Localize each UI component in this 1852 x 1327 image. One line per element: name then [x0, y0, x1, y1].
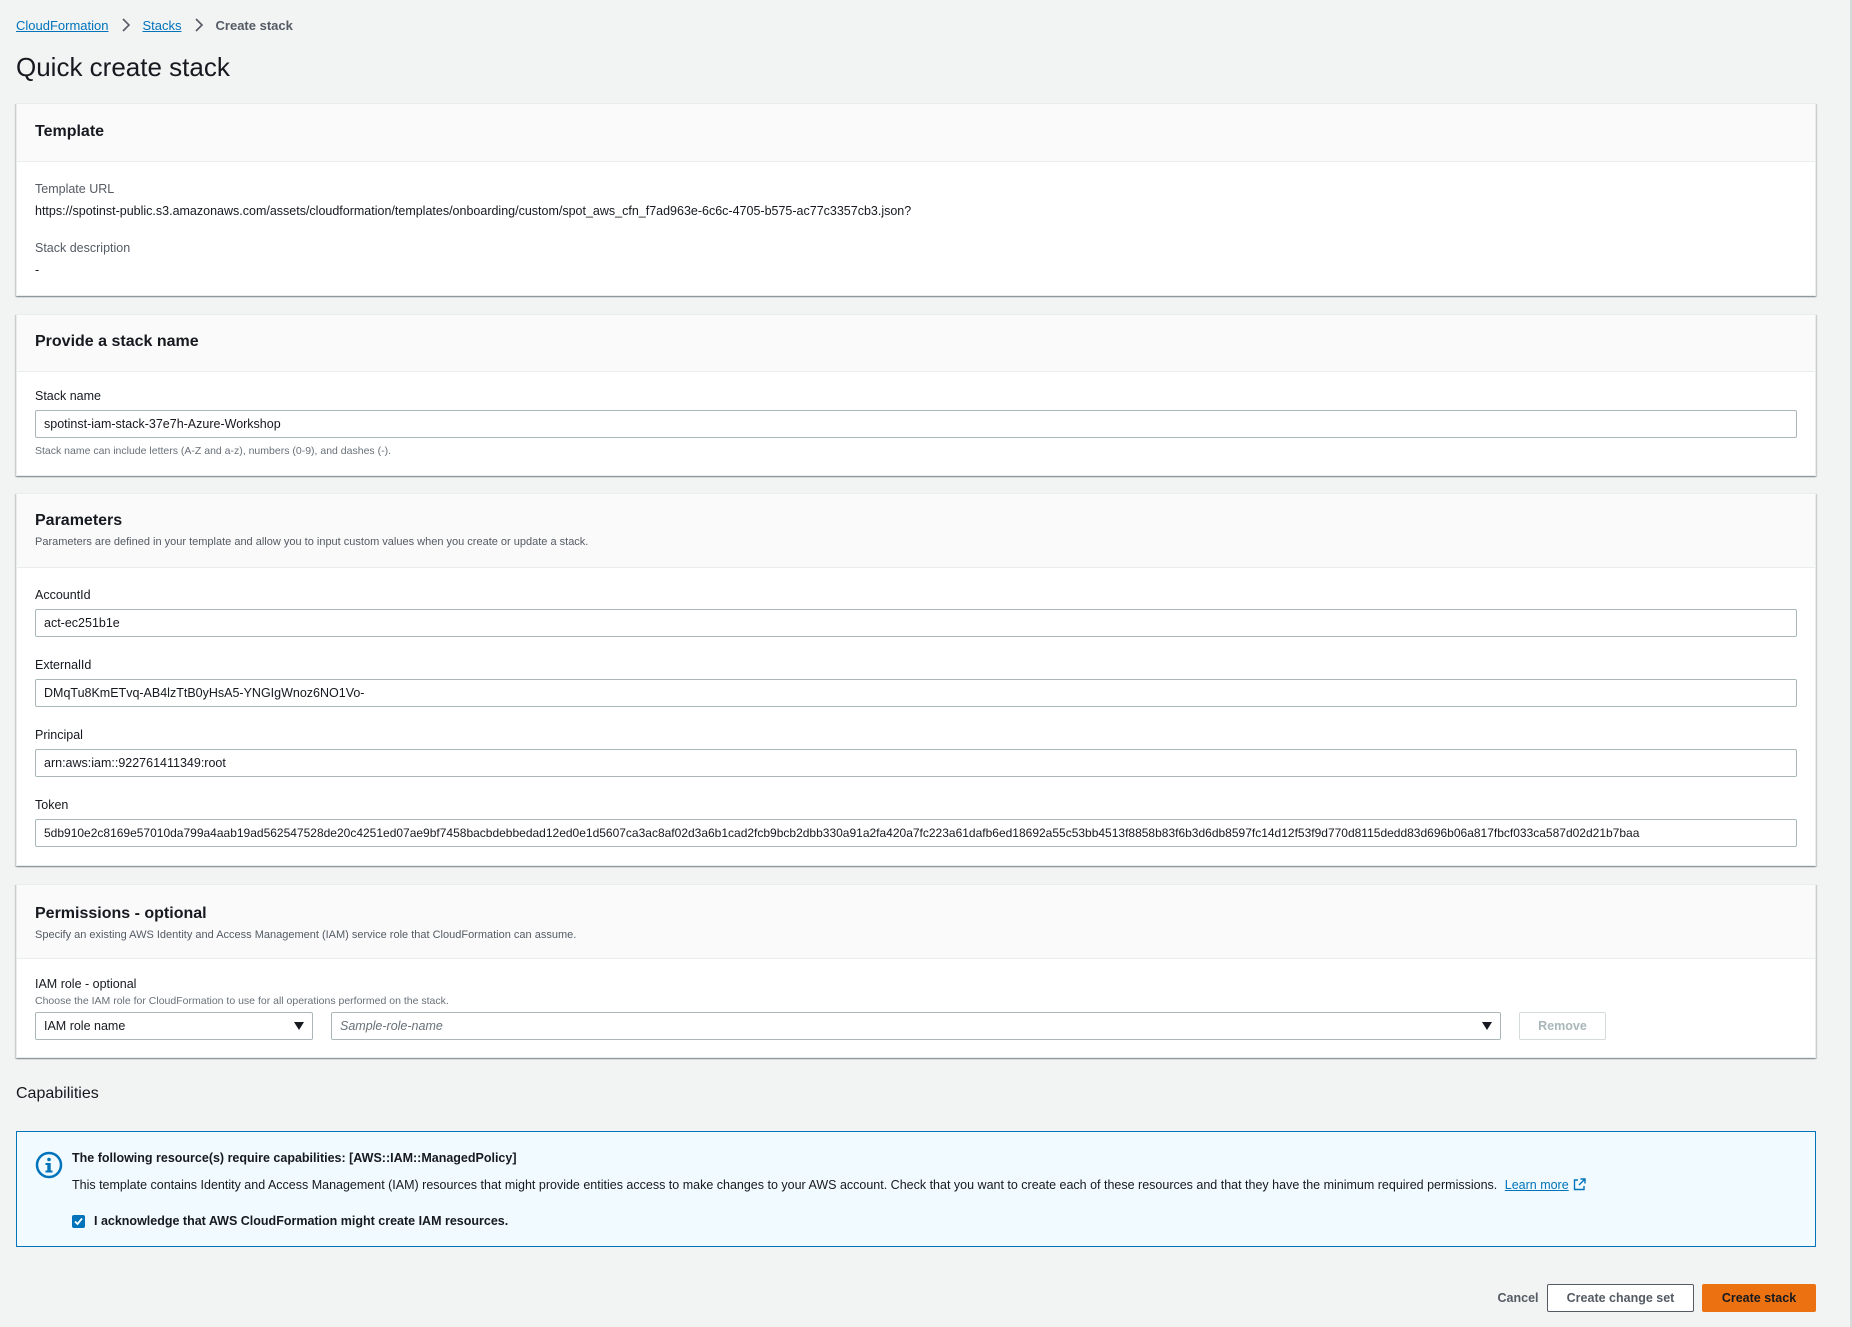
template-panel-header: Template — [17, 104, 1815, 162]
iam-role-type-value: IAM role name — [44, 1019, 126, 1033]
permissions-panel: Permissions - optional Specify an existi… — [16, 884, 1816, 1058]
capabilities-alert: The following resource(s) require capabi… — [16, 1131, 1816, 1247]
permissions-panel-description: Specify an existing AWS Identity and Acc… — [35, 929, 577, 941]
stack-name-panel: Provide a stack name Stack name spotinst… — [16, 314, 1816, 476]
breadcrumb-cloudformation[interactable]: CloudFormation — [16, 18, 109, 33]
capabilities-alert-title: The following resource(s) require capabi… — [72, 1151, 517, 1165]
stack-name-label: Stack name — [35, 389, 102, 403]
template-panel: Template Template URL https://spotinst-p… — [16, 103, 1816, 296]
permissions-panel-header: Permissions - optional Specify an existi… — [17, 885, 1815, 959]
caret-down-icon — [1482, 1022, 1492, 1030]
principal-label: Principal — [35, 728, 83, 742]
token-input[interactable]: 5db910e2c8169e57010da799a4aab19ad5625475… — [35, 819, 1797, 847]
iam-role-label: IAM role - optional — [35, 977, 137, 991]
parameters-panel: Parameters Parameters are defined in you… — [16, 493, 1816, 866]
learn-more-link[interactable]: Learn more — [1505, 1178, 1586, 1192]
chevron-right-icon — [194, 18, 204, 32]
template-url-value: https://spotinst-public.s3.amazonaws.com… — [35, 204, 912, 218]
create-stack-button[interactable]: Create stack — [1702, 1284, 1816, 1312]
check-icon — [74, 1217, 83, 1225]
create-change-set-button[interactable]: Create change set — [1547, 1284, 1694, 1312]
template-url-label: Template URL — [35, 182, 115, 196]
parameters-panel-header: Parameters Parameters are defined in you… — [17, 494, 1815, 568]
cancel-button[interactable]: Cancel — [1478, 1284, 1558, 1312]
caret-down-icon — [294, 1022, 304, 1030]
parameters-panel-title: Parameters — [35, 512, 123, 529]
stack-name-input[interactable]: spotinst-iam-stack-37e7h-Azure-Workshop — [35, 410, 1797, 438]
external-link-icon — [1573, 1178, 1586, 1194]
acknowledge-label[interactable]: I acknowledge that AWS CloudFormation mi… — [94, 1214, 508, 1228]
learn-more-label: Learn more — [1504, 1178, 1569, 1192]
account-id-label: AccountId — [35, 588, 91, 602]
stack-name-hint: Stack name can include letters (A-Z and … — [35, 445, 391, 457]
acknowledge-checkbox[interactable] — [72, 1214, 85, 1228]
external-id-label: ExternalId — [35, 658, 92, 672]
stack-description-label: Stack description — [35, 241, 131, 255]
remove-button[interactable]: Remove — [1519, 1012, 1606, 1040]
iam-role-name-placeholder: Sample-role-name — [340, 1019, 443, 1033]
token-label: Token — [35, 798, 69, 812]
iam-role-hint: Choose the IAM role for CloudFormation t… — [35, 995, 449, 1007]
parameters-panel-description: Parameters are defined in your template … — [35, 536, 589, 548]
acknowledge-row: I acknowledge that AWS CloudFormation mi… — [72, 1214, 508, 1228]
breadcrumb: CloudFormation Stacks Create stack — [16, 16, 293, 34]
breadcrumb-current: Create stack — [215, 17, 293, 33]
stack-description-value: - — [35, 263, 40, 277]
stack-name-panel-title: Provide a stack name — [35, 333, 199, 350]
chevron-right-icon — [121, 18, 131, 32]
principal-input[interactable]: arn:aws:iam::922761411349:root — [35, 749, 1797, 777]
stack-name-panel-header: Provide a stack name — [17, 315, 1815, 372]
breadcrumb-stacks[interactable]: Stacks — [143, 18, 182, 33]
capabilities-alert-body: This template contains Identity and Acce… — [72, 1178, 1498, 1192]
iam-role-type-select[interactable]: IAM role name — [35, 1012, 313, 1040]
account-id-input[interactable]: act-ec251b1e — [35, 609, 1797, 637]
info-icon — [35, 1151, 63, 1184]
page-title: Quick create stack — [16, 52, 230, 82]
external-id-input[interactable]: DMqTu8KmETvq-AB4lzTtB0yHsA5-YNGIgWnoz6NO… — [35, 679, 1797, 707]
capabilities-alert-text: This template contains Identity and Acce… — [72, 1178, 1586, 1194]
permissions-panel-title: Permissions - optional — [35, 905, 207, 922]
template-panel-title: Template — [35, 123, 105, 140]
iam-role-name-select[interactable]: Sample-role-name — [331, 1012, 1501, 1040]
capabilities-heading: Capabilities — [16, 1085, 99, 1102]
